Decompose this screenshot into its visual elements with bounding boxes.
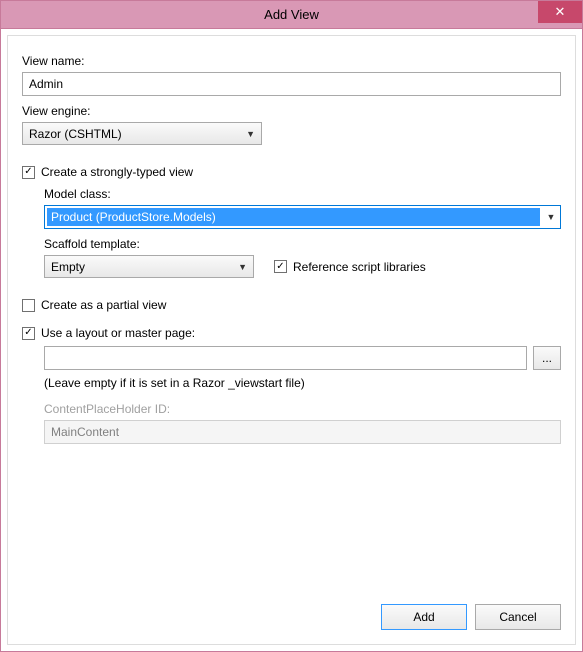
close-icon: ✕ [555,4,566,20]
add-button-label: Add [413,610,434,624]
strongly-typed-checkbox[interactable]: ✓ [22,166,35,179]
cancel-button[interactable]: Cancel [475,604,561,630]
model-class-combo[interactable]: Product (ProductStore.Models) ▼ [44,205,561,229]
strongly-typed-row: ✓ Create a strongly-typed view [22,165,561,179]
browse-button[interactable]: ... [533,346,561,370]
content-placeholder-input: MainContent [44,420,561,444]
use-layout-row: ✓ Use a layout or master page: [22,326,561,340]
chevron-down-icon: ▼ [547,212,556,222]
chevron-down-icon: ▼ [246,129,255,139]
reference-scripts-label: Reference script libraries [293,260,426,274]
view-engine-value: Razor (CSHTML) [29,127,122,141]
dialog-window: Add View ✕ View name: View engine: Razor… [0,0,583,652]
browse-label: ... [542,351,552,365]
cancel-button-label: Cancel [499,610,536,624]
view-engine-label: View engine: [22,104,561,118]
use-layout-checkbox[interactable]: ✓ [22,327,35,340]
use-layout-label: Use a layout or master page: [41,326,195,340]
model-class-value: Product (ProductStore.Models) [51,210,216,224]
view-engine-combo[interactable]: Razor (CSHTML) ▼ [22,122,262,145]
layout-hint: (Leave empty if it is set in a Razor _vi… [44,376,561,390]
partial-view-checkbox[interactable] [22,299,35,312]
dialog-buttons: Add Cancel [22,588,561,630]
model-class-label: Model class: [44,187,561,201]
strongly-typed-label: Create a strongly-typed view [41,165,193,179]
view-name-label: View name: [22,54,561,68]
titlebar: Add View ✕ [1,1,582,29]
scaffold-template-combo[interactable]: Empty ▼ [44,255,254,278]
close-button[interactable]: ✕ [538,1,582,23]
layout-path-input[interactable] [44,346,527,370]
view-name-input[interactable] [22,72,561,96]
dialog-content: View name: View engine: Razor (CSHTML) ▼… [7,35,576,645]
scaffold-template-label: Scaffold template: [44,237,561,251]
chevron-down-icon: ▼ [238,262,247,272]
add-button[interactable]: Add [381,604,467,630]
partial-view-row: Create as a partial view [22,298,561,312]
reference-scripts-checkbox[interactable]: ✓ [274,260,287,273]
partial-view-label: Create as a partial view [41,298,166,312]
scaffold-template-value: Empty [51,260,85,274]
content-placeholder-label: ContentPlaceHolder ID: [44,402,561,416]
window-title: Add View [1,7,582,22]
